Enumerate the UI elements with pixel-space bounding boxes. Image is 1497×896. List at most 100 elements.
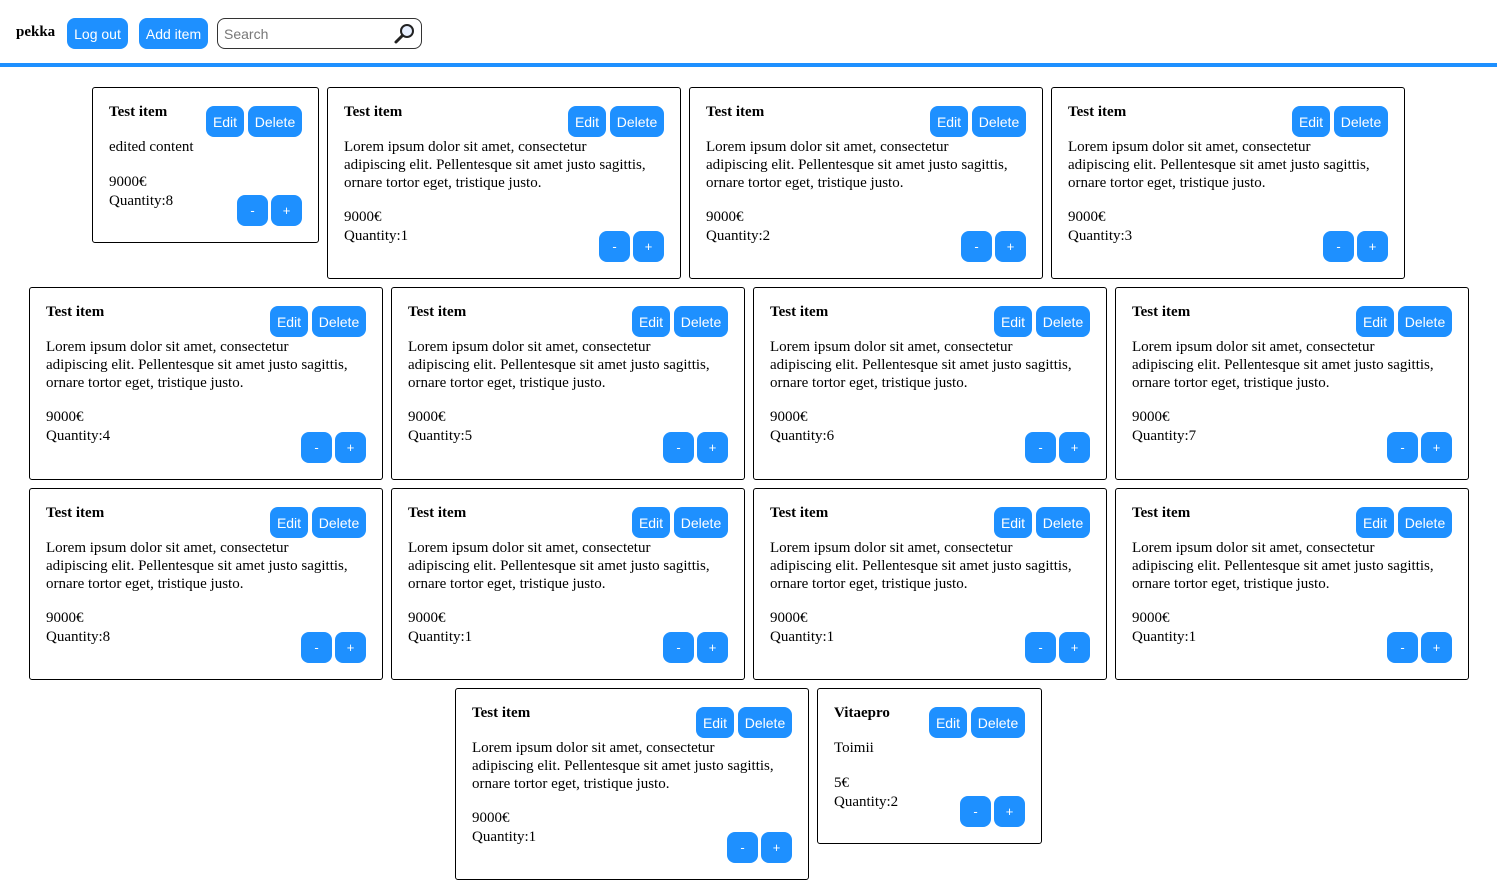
increment-button[interactable]: +: [697, 432, 728, 463]
item-card: Vitaepro Toimii 5€ Quantity:2 Delete Edit + -: [817, 688, 1042, 844]
edit-button[interactable]: Edit: [930, 106, 968, 137]
decrement-button[interactable]: -: [1025, 432, 1056, 463]
delete-button[interactable]: Delete: [674, 507, 728, 538]
edit-button[interactable]: Edit: [1356, 306, 1394, 337]
item-price: 9000€: [46, 610, 84, 626]
increment-button[interactable]: +: [1059, 432, 1090, 463]
item-quantity: Quantity:4: [46, 428, 111, 444]
item-title: Test item: [408, 505, 467, 521]
item-description: Lorem ipsum dolor sit amet, consectetur …: [1132, 540, 1434, 592]
item-description: Lorem ipsum dolor sit amet, consectetur …: [408, 540, 710, 592]
edit-button[interactable]: Edit: [632, 306, 670, 337]
item-price: 9000€: [472, 810, 510, 826]
item-card: Test item Lorem ipsum dolor sit amet, con…: [455, 688, 809, 880]
decrement-button[interactable]: -: [1387, 432, 1418, 463]
item-description: Lorem ipsum dolor sit amet, consectetur …: [706, 139, 1008, 191]
increment-button[interactable]: +: [1059, 632, 1090, 663]
item-quantity: Quantity:1: [344, 228, 409, 244]
item-card: Test item Lorem ipsum dolor sit amet, con…: [689, 87, 1043, 279]
delete-button[interactable]: Delete: [1036, 507, 1090, 538]
delete-button[interactable]: Delete: [971, 707, 1025, 738]
item-card: Test item Lorem ipsum dolor sit amet, con…: [1115, 287, 1469, 480]
edit-button[interactable]: Edit: [270, 507, 308, 538]
decrement-button[interactable]: -: [1387, 632, 1418, 663]
item-quantity: Quantity:8: [109, 193, 174, 209]
delete-button[interactable]: Delete: [738, 707, 792, 738]
logout-button[interactable]: Log out: [67, 18, 128, 49]
delete-button[interactable]: Delete: [972, 106, 1026, 137]
item-card: Test item Lorem ipsum dolor sit amet, con…: [1115, 488, 1469, 680]
delete-button[interactable]: Delete: [312, 507, 366, 538]
edit-button[interactable]: Edit: [696, 707, 734, 738]
decrement-button[interactable]: -: [599, 231, 630, 262]
decrement-button[interactable]: -: [1025, 632, 1056, 663]
increment-button[interactable]: +: [271, 195, 302, 226]
item-description: Lorem ipsum dolor sit amet, consectetur …: [770, 540, 1072, 592]
decrement-button[interactable]: -: [727, 832, 758, 863]
decrement-button[interactable]: -: [301, 632, 332, 663]
edit-button[interactable]: Edit: [568, 106, 606, 137]
top-bar: pekka Log out Add item: [0, 0, 1497, 67]
item-card: Test item Lorem ipsum dolor sit amet, con…: [753, 488, 1107, 680]
add-item-button[interactable]: Add item: [139, 18, 208, 49]
item-card: Test item Lorem ipsum dolor sit amet, con…: [753, 287, 1107, 480]
item-card: Test item edited content 9000€ Quantity:8 De…: [92, 87, 319, 243]
magnifier-icon[interactable]: [393, 22, 417, 46]
edit-button[interactable]: Edit: [1356, 507, 1394, 538]
decrement-button[interactable]: -: [237, 195, 268, 226]
item-card: Test item Lorem ipsum dolor sit amet, con…: [29, 488, 383, 680]
increment-button[interactable]: +: [761, 832, 792, 863]
decrement-button[interactable]: -: [1323, 231, 1354, 262]
increment-button[interactable]: +: [1421, 632, 1452, 663]
item-title: Test item: [344, 104, 403, 120]
item-price: 9000€: [1068, 209, 1106, 225]
item-price: 5€: [834, 775, 849, 791]
edit-button[interactable]: Edit: [270, 306, 308, 337]
item-quantity: Quantity:7: [1132, 428, 1197, 444]
increment-button[interactable]: +: [633, 231, 664, 262]
item-price: 9000€: [408, 610, 446, 626]
edit-button[interactable]: Edit: [994, 306, 1032, 337]
delete-button[interactable]: Delete: [610, 106, 664, 137]
item-description: Lorem ipsum dolor sit amet, consectetur …: [1068, 139, 1370, 191]
increment-button[interactable]: +: [1421, 432, 1452, 463]
decrement-button[interactable]: -: [301, 432, 332, 463]
delete-button[interactable]: Delete: [1398, 507, 1452, 538]
item-description: Lorem ipsum dolor sit amet, consectetur …: [770, 339, 1072, 391]
edit-button[interactable]: Edit: [206, 106, 244, 137]
edit-button[interactable]: Edit: [1292, 106, 1330, 137]
edit-button[interactable]: Edit: [632, 507, 670, 538]
item-quantity: Quantity:1: [408, 629, 473, 645]
item-quantity: Quantity:2: [834, 794, 899, 810]
search-input[interactable]: [224, 23, 389, 44]
delete-button[interactable]: Delete: [674, 306, 728, 337]
item-quantity: Quantity:3: [1068, 228, 1133, 244]
delete-button[interactable]: Delete: [312, 306, 366, 337]
delete-button[interactable]: Delete: [1036, 306, 1090, 337]
increment-button[interactable]: +: [335, 632, 366, 663]
item-quantity: Quantity:1: [472, 829, 537, 845]
increment-button[interactable]: +: [335, 432, 366, 463]
edit-button[interactable]: Edit: [994, 507, 1032, 538]
item-title: Test item: [408, 304, 467, 320]
item-quantity: Quantity:8: [46, 629, 111, 645]
delete-button[interactable]: Delete: [248, 106, 302, 137]
decrement-button[interactable]: -: [961, 231, 992, 262]
item-title: Test item: [46, 505, 105, 521]
username-label: pekka: [16, 24, 56, 40]
decrement-button[interactable]: -: [960, 796, 991, 827]
delete-button[interactable]: Delete: [1398, 306, 1452, 337]
increment-button[interactable]: +: [994, 796, 1025, 827]
delete-button[interactable]: Delete: [1334, 106, 1388, 137]
item-title: Vitaepro: [834, 705, 890, 721]
increment-button[interactable]: +: [995, 231, 1026, 262]
item-title: Test item: [472, 705, 531, 721]
decrement-button[interactable]: -: [663, 632, 694, 663]
increment-button[interactable]: +: [697, 632, 728, 663]
decrement-button[interactable]: -: [663, 432, 694, 463]
item-description: Lorem ipsum dolor sit amet, consectetur …: [408, 339, 710, 391]
increment-button[interactable]: +: [1357, 231, 1388, 262]
edit-button[interactable]: Edit: [929, 707, 967, 738]
item-description: edited content: [109, 139, 194, 155]
item-price: 9000€: [408, 409, 446, 425]
